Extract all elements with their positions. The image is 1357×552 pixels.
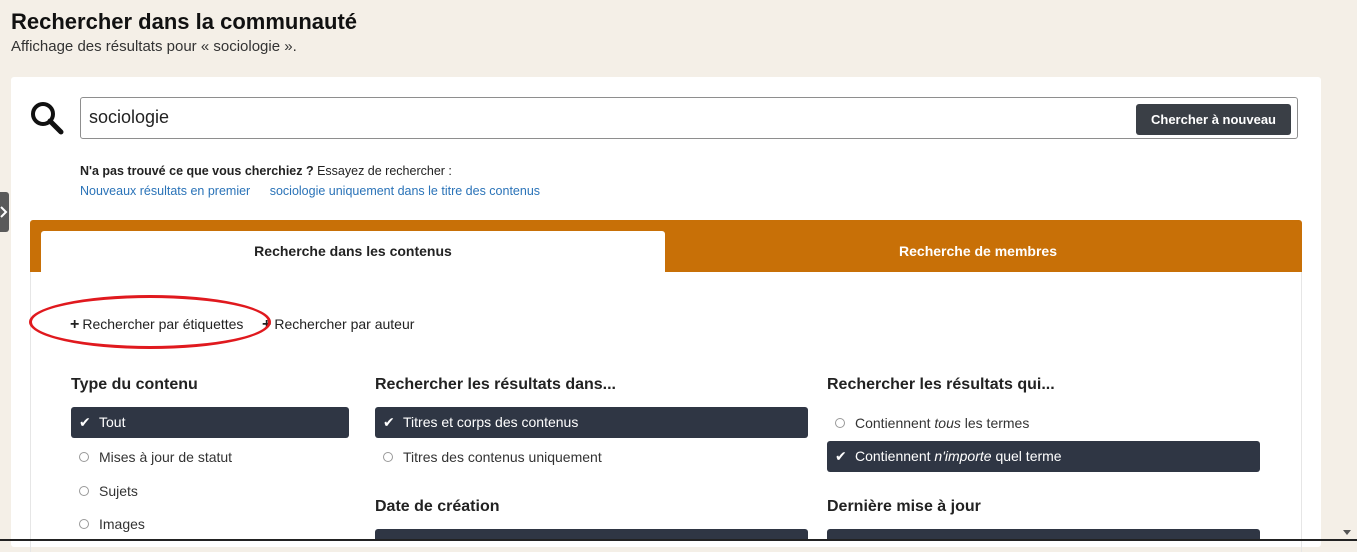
- search-in-option-label: Titres des contenus uniquement: [403, 449, 602, 465]
- match-option-any-term[interactable]: ✔ Contiennent n'importe quel terme: [827, 441, 1260, 472]
- search-in-heading: Rechercher les résultats dans...: [375, 376, 616, 393]
- tab-content-search[interactable]: Recherche dans les contenus: [41, 231, 665, 272]
- suggestion-prompt-rest: Essayez de rechercher :: [317, 164, 452, 178]
- page-title: Rechercher dans la communauté: [11, 9, 358, 34]
- content-type-option-topics[interactable]: Sujets: [71, 481, 138, 501]
- suggestion-links: Nouveaux résultats en premier sociologie…: [80, 184, 556, 198]
- suggestion-prompt-bold: N'a pas trouvé ce que vous cherchiez ?: [80, 164, 314, 178]
- radio-icon: [79, 519, 89, 529]
- match-option-text: les termes: [960, 415, 1030, 431]
- content-type-heading: Type du contenu: [71, 376, 198, 393]
- search-box: Chercher à nouveau: [80, 97, 1298, 139]
- search-tabs: Recherche dans les contenus Recherche de…: [30, 220, 1302, 272]
- search-by-author-label: Rechercher par auteur: [274, 316, 415, 332]
- content-type-option-all[interactable]: ✔ Tout: [71, 407, 349, 438]
- content-type-option-label: Tout: [99, 414, 126, 430]
- sidebar-toggle[interactable]: [0, 192, 9, 232]
- page-subtitle: Affichage des résultats pour « sociologi…: [11, 38, 297, 55]
- search-in-option-label: Titres et corps des contenus: [403, 414, 579, 430]
- match-option-text: quel terme: [991, 448, 1062, 464]
- radio-icon: [835, 418, 845, 428]
- search-icon[interactable]: [30, 101, 64, 135]
- content-type-option-images[interactable]: Images: [71, 514, 145, 534]
- checkmark-icon: ✔: [79, 414, 91, 430]
- content-type-option-label: Mises à jour de statut: [99, 449, 233, 465]
- match-option-all-terms[interactable]: Contiennent tous les termes: [827, 413, 1029, 433]
- search-in-option-title-only[interactable]: Titres des contenus uniquement: [375, 447, 602, 467]
- search-by-author-link[interactable]: + Rechercher par auteur: [262, 316, 414, 334]
- radio-icon: [79, 486, 89, 496]
- content-type-option-label: Images: [99, 516, 145, 532]
- search-panel: Chercher à nouveau N'a pas trouvé ce que…: [11, 77, 1321, 552]
- date-created-heading: Date de création: [375, 498, 500, 515]
- content-type-option-status[interactable]: Mises à jour de statut: [71, 447, 232, 467]
- search-again-button[interactable]: Chercher à nouveau: [1136, 104, 1291, 135]
- content-type-option-label: Sujets: [99, 483, 138, 499]
- suggestion-link-title-only[interactable]: sociologie uniquement dans le titre des …: [270, 184, 540, 198]
- last-updated-heading: Dernière mise à jour: [827, 498, 981, 515]
- scroll-down-icon[interactable]: [1343, 530, 1351, 535]
- match-option-text: Contiennent: [855, 415, 935, 431]
- scrollbar[interactable]: [1338, 0, 1357, 541]
- match-option-text: Contiennent: [855, 448, 935, 464]
- radio-icon: [79, 452, 89, 462]
- match-option-emphasis: n'importe: [934, 448, 992, 464]
- match-heading: Rechercher les résultats qui...: [827, 376, 1055, 393]
- search-in-option-title-body[interactable]: ✔ Titres et corps des contenus: [375, 407, 808, 438]
- radio-icon: [383, 452, 393, 462]
- annotation-highlight-oval: [29, 295, 271, 349]
- suggestion-link-newest[interactable]: Nouveaux résultats en premier: [80, 184, 250, 198]
- match-option-emphasis: tous: [934, 415, 961, 431]
- checkmark-icon: ✔: [835, 448, 847, 464]
- suggestion-prompt: N'a pas trouvé ce que vous cherchiez ? E…: [80, 164, 452, 178]
- tab-member-search[interactable]: Recherche de membres: [666, 231, 1290, 272]
- search-input[interactable]: [89, 107, 1129, 128]
- checkmark-icon: ✔: [383, 414, 395, 430]
- chevron-right-icon: [0, 206, 8, 218]
